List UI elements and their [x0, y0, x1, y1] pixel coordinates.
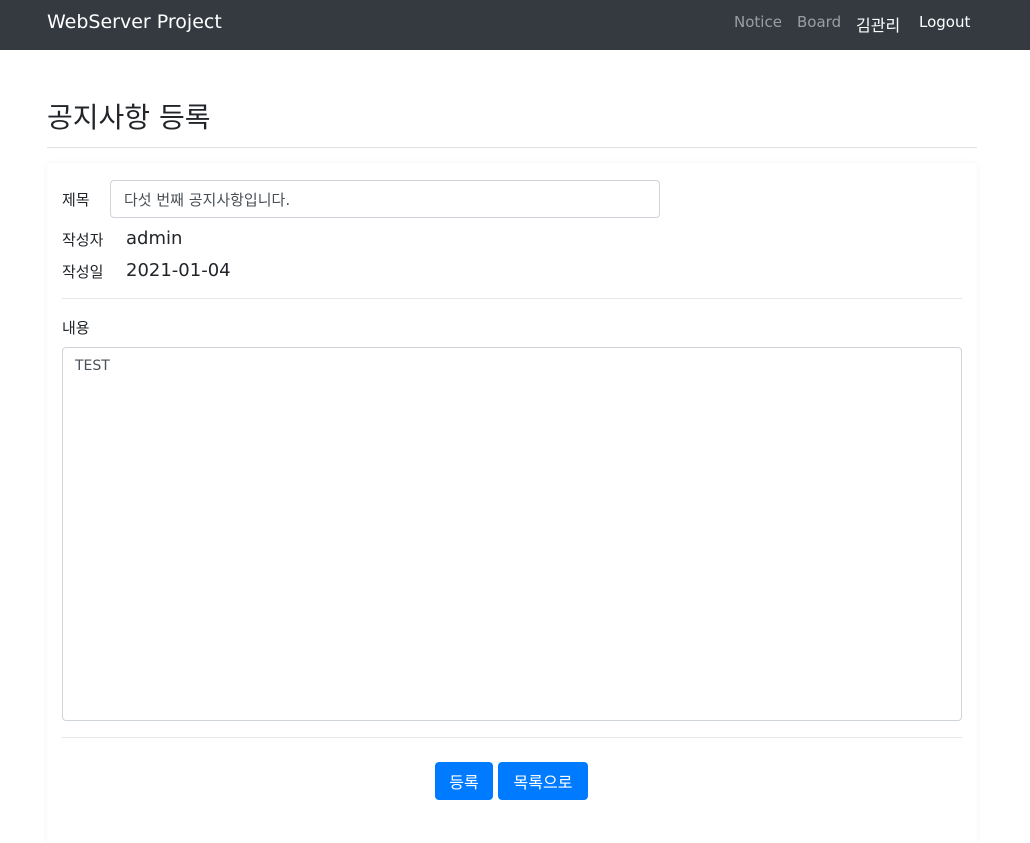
- nav-link-user[interactable]: 김관리: [856, 12, 900, 36]
- nav-link-notice[interactable]: Notice: [734, 13, 782, 31]
- title-label: 제목: [62, 191, 90, 209]
- nav-link-board[interactable]: Board: [797, 13, 841, 31]
- date-label: 작성일: [62, 263, 104, 281]
- content-label: 내용: [62, 319, 90, 337]
- nav-link-logout[interactable]: Logout: [919, 13, 970, 31]
- date-value: 2021-01-04: [126, 260, 231, 281]
- navbar-brand[interactable]: WebServer Project: [47, 11, 222, 33]
- page-title: 공지사항 등록: [47, 101, 211, 134]
- title-divider: [47, 147, 977, 148]
- back-to-list-button[interactable]: 목록으로: [498, 762, 588, 800]
- form-divider-top: [62, 298, 962, 299]
- content-textarea[interactable]: TEST: [62, 347, 962, 721]
- form-divider-bottom: [62, 737, 962, 738]
- title-input[interactable]: [110, 180, 660, 218]
- author-value: admin: [126, 228, 183, 249]
- submit-button[interactable]: 등록: [435, 762, 493, 800]
- author-label: 작성자: [62, 231, 104, 249]
- top-navbar: WebServer Project Notice Board 김관리 Logou…: [0, 0, 1030, 50]
